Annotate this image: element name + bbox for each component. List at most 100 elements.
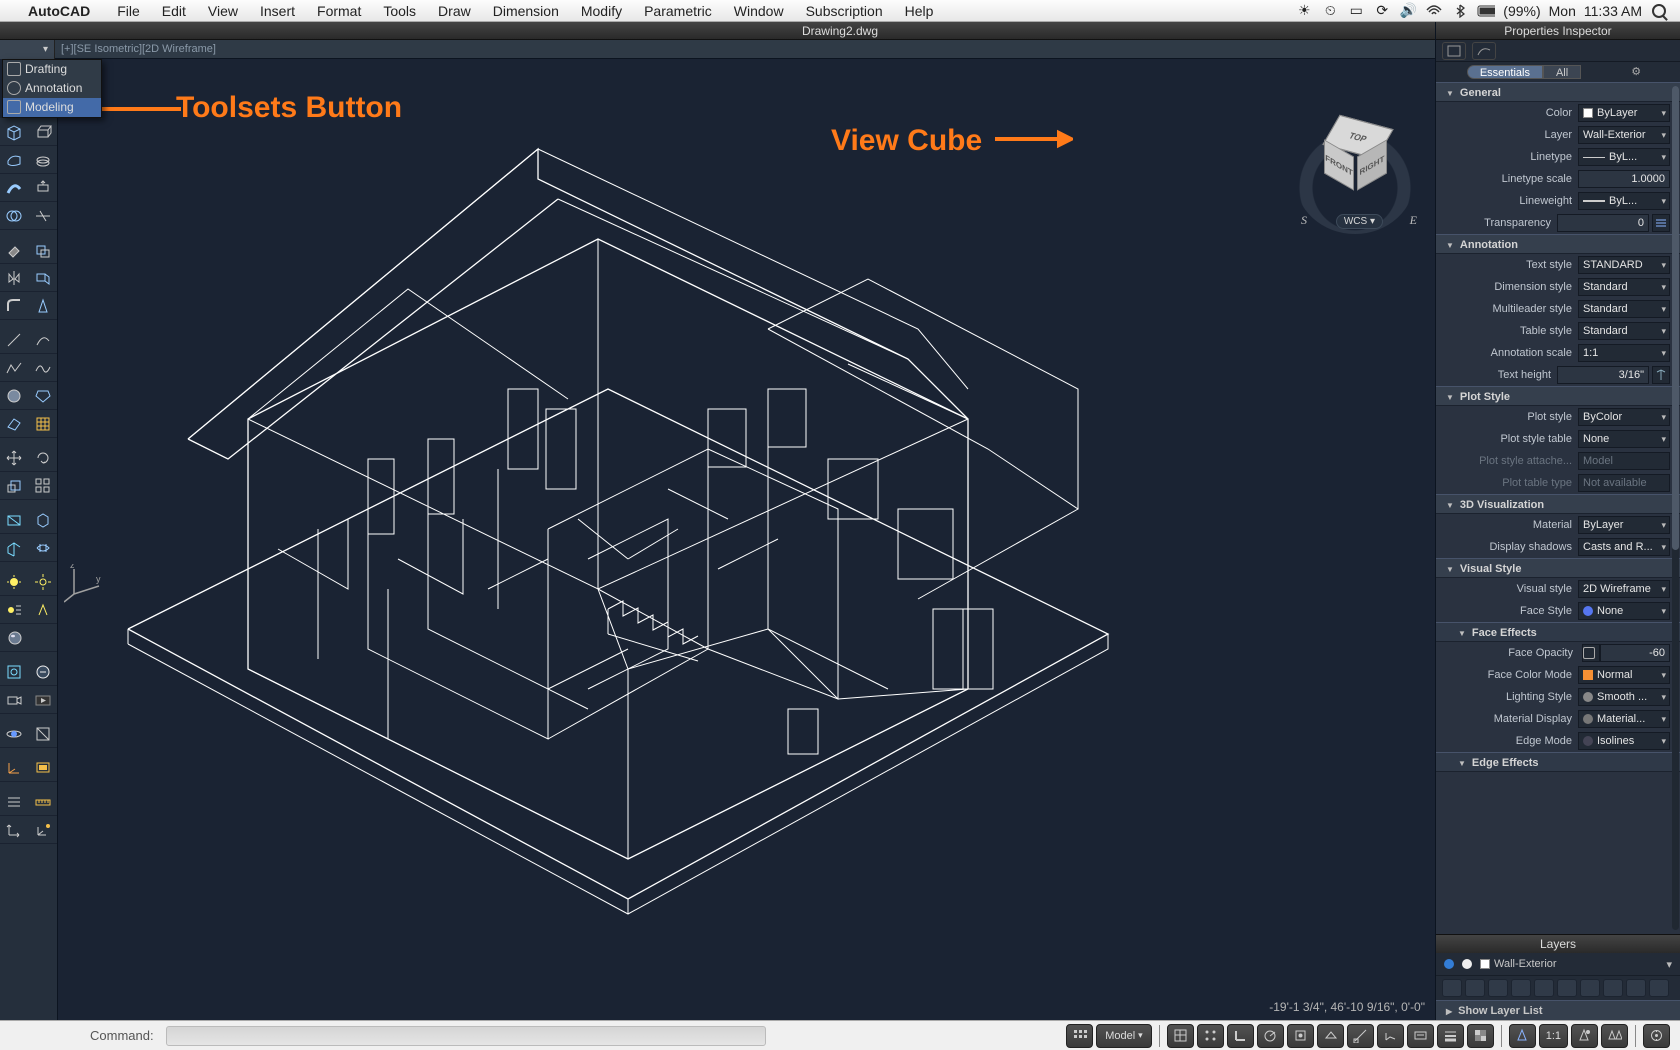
prop-text-style[interactable]: STANDARD (1578, 256, 1670, 274)
tool-ucs-named[interactable] (29, 816, 58, 843)
layer-tool-1[interactable] (1442, 979, 1462, 997)
layer-tool-6[interactable] (1557, 979, 1577, 997)
status-model-button[interactable]: Model (1096, 1024, 1152, 1048)
layer-tool-3[interactable] (1488, 979, 1508, 997)
status-anno-visibility-icon[interactable] (1571, 1024, 1598, 1048)
layer-tool-9[interactable] (1626, 979, 1646, 997)
properties-tab-icon-1[interactable] (1442, 42, 1466, 60)
menuextra-icon-1[interactable]: ☀ (1295, 2, 1313, 19)
prop-anno-scale[interactable]: 1:1 (1578, 344, 1670, 362)
toolset-annotation[interactable]: Annotation (3, 79, 101, 98)
tool-box[interactable] (0, 118, 29, 145)
current-layer-row[interactable]: Wall-Exterior (1436, 953, 1680, 975)
tool-mesh[interactable] (29, 534, 58, 561)
menuextra-battery-icon[interactable] (1477, 5, 1495, 17)
section-3d-viz[interactable]: 3D Visualization (1436, 494, 1680, 514)
prop-text-height-extra-icon[interactable] (1652, 366, 1670, 384)
layer-tool-7[interactable] (1580, 979, 1600, 997)
prop-text-height[interactable]: 3/16" (1557, 366, 1649, 384)
prop-linetype[interactable]: ByL... (1578, 148, 1670, 166)
prop-face-color-mode[interactable]: Normal (1578, 666, 1670, 684)
tool-sweep[interactable] (0, 174, 29, 201)
tool-spline[interactable] (29, 354, 58, 381)
tool-3dface[interactable] (0, 410, 29, 437)
tool-list[interactable] (0, 788, 29, 815)
menuextra-timemachine-icon[interactable]: ⏲ (1321, 2, 1339, 19)
command-input[interactable] (166, 1026, 766, 1046)
status-ducs-icon[interactable] (1377, 1024, 1404, 1048)
prop-layer[interactable]: Wall-Exterior (1578, 126, 1670, 144)
status-polar-icon[interactable] (1257, 1024, 1284, 1048)
tool-render[interactable] (29, 658, 58, 685)
section-annotation[interactable]: Annotation (1436, 234, 1680, 254)
spotlight-icon[interactable] (1650, 4, 1668, 18)
status-transparency-icon[interactable] (1467, 1024, 1494, 1048)
layer-tool-5[interactable] (1534, 979, 1554, 997)
status-anno-scale-icon[interactable] (1509, 1024, 1536, 1048)
menu-modify[interactable]: Modify (570, 3, 633, 19)
tool-extrude[interactable] (29, 118, 58, 145)
menuextra-volume-icon[interactable]: 🔊 (1399, 2, 1417, 19)
menu-tools[interactable]: Tools (372, 3, 427, 19)
menuextra-wifi-icon[interactable] (1425, 5, 1443, 17)
properties-scrollbar[interactable] (1672, 86, 1679, 930)
tool-sun[interactable] (29, 568, 58, 595)
clock-day[interactable]: Mon (1549, 3, 1576, 19)
menu-format[interactable]: Format (306, 3, 372, 19)
app-name[interactable]: AutoCAD (28, 3, 106, 19)
status-gridsnap-icon[interactable] (1197, 1024, 1224, 1048)
menu-window[interactable]: Window (723, 3, 795, 19)
tool-ucs[interactable] (0, 816, 29, 843)
prop-shadows[interactable]: Casts and R... (1578, 538, 1670, 556)
tool-polyline[interactable] (0, 354, 29, 381)
prop-material-display[interactable]: Material... (1578, 710, 1670, 728)
menu-draw[interactable]: Draw (427, 3, 482, 19)
wcs-dropdown[interactable]: WCS (1336, 214, 1383, 229)
tool-taper[interactable] (29, 292, 58, 319)
clock-time[interactable]: 11:33 AM (1584, 3, 1642, 19)
tool-3dmove[interactable] (0, 444, 29, 471)
tool-slice[interactable] (29, 202, 58, 229)
filter-essentials[interactable]: Essentials (1467, 65, 1543, 79)
status-otrack-icon[interactable] (1347, 1024, 1374, 1048)
toolset-dropdown-button[interactable] (0, 40, 55, 59)
menu-view[interactable]: View (197, 3, 249, 19)
section-edge-effects[interactable]: Edge Effects (1436, 752, 1680, 772)
tool-ucs-world[interactable] (0, 754, 29, 781)
show-layer-list[interactable]: Show Layer List (1436, 1000, 1680, 1020)
menu-insert[interactable]: Insert (249, 3, 306, 19)
tool-offset[interactable] (29, 236, 58, 263)
tool-3dalign[interactable] (29, 264, 58, 291)
tool-camera[interactable] (0, 686, 29, 713)
menu-edit[interactable]: Edit (151, 3, 197, 19)
prop-edge-mode[interactable]: Isolines (1578, 732, 1670, 750)
properties-gear-icon[interactable]: ⚙ (1631, 65, 1649, 79)
prop-color[interactable]: ByLayer (1578, 104, 1670, 122)
prop-mleader-style[interactable]: Standard (1578, 300, 1670, 318)
status-anno-auto-icon[interactable] (1601, 1024, 1628, 1048)
tool-visual-styles[interactable] (29, 720, 58, 747)
status-osnap-icon[interactable] (1287, 1024, 1314, 1048)
tool-3darray[interactable] (29, 472, 58, 499)
tool-hatch[interactable] (29, 410, 58, 437)
menu-subscription[interactable]: Subscription (795, 3, 894, 19)
toolset-modeling[interactable]: Modeling (3, 98, 101, 117)
tool-circle[interactable] (0, 382, 29, 409)
layer-visibility-icon[interactable] (1462, 959, 1472, 969)
status-anno-scale-value[interactable]: 1:1 (1539, 1024, 1568, 1048)
tool-light-glyph[interactable] (29, 596, 58, 623)
tool-3drotate[interactable] (29, 444, 58, 471)
tool-fillet-edge[interactable] (0, 292, 29, 319)
layer-tool-8[interactable] (1603, 979, 1623, 997)
prop-face-opacity-icon[interactable] (1582, 644, 1600, 662)
menuextra-display-icon[interactable]: ▭ (1347, 2, 1365, 19)
menuextra-sync-icon[interactable]: ⟳ (1373, 2, 1391, 19)
tool-materials[interactable] (0, 624, 29, 651)
prop-ltscale[interactable]: 1.0000 (1578, 170, 1670, 188)
menuextra-bluetooth-icon[interactable] (1451, 4, 1469, 18)
prop-transparency-extra-icon[interactable] (1652, 214, 1670, 232)
section-general[interactable]: General (1436, 82, 1680, 102)
status-snap-icon[interactable] (1167, 1024, 1194, 1048)
tool-presspull[interactable] (29, 174, 58, 201)
menu-parametric[interactable]: Parametric (633, 3, 723, 19)
